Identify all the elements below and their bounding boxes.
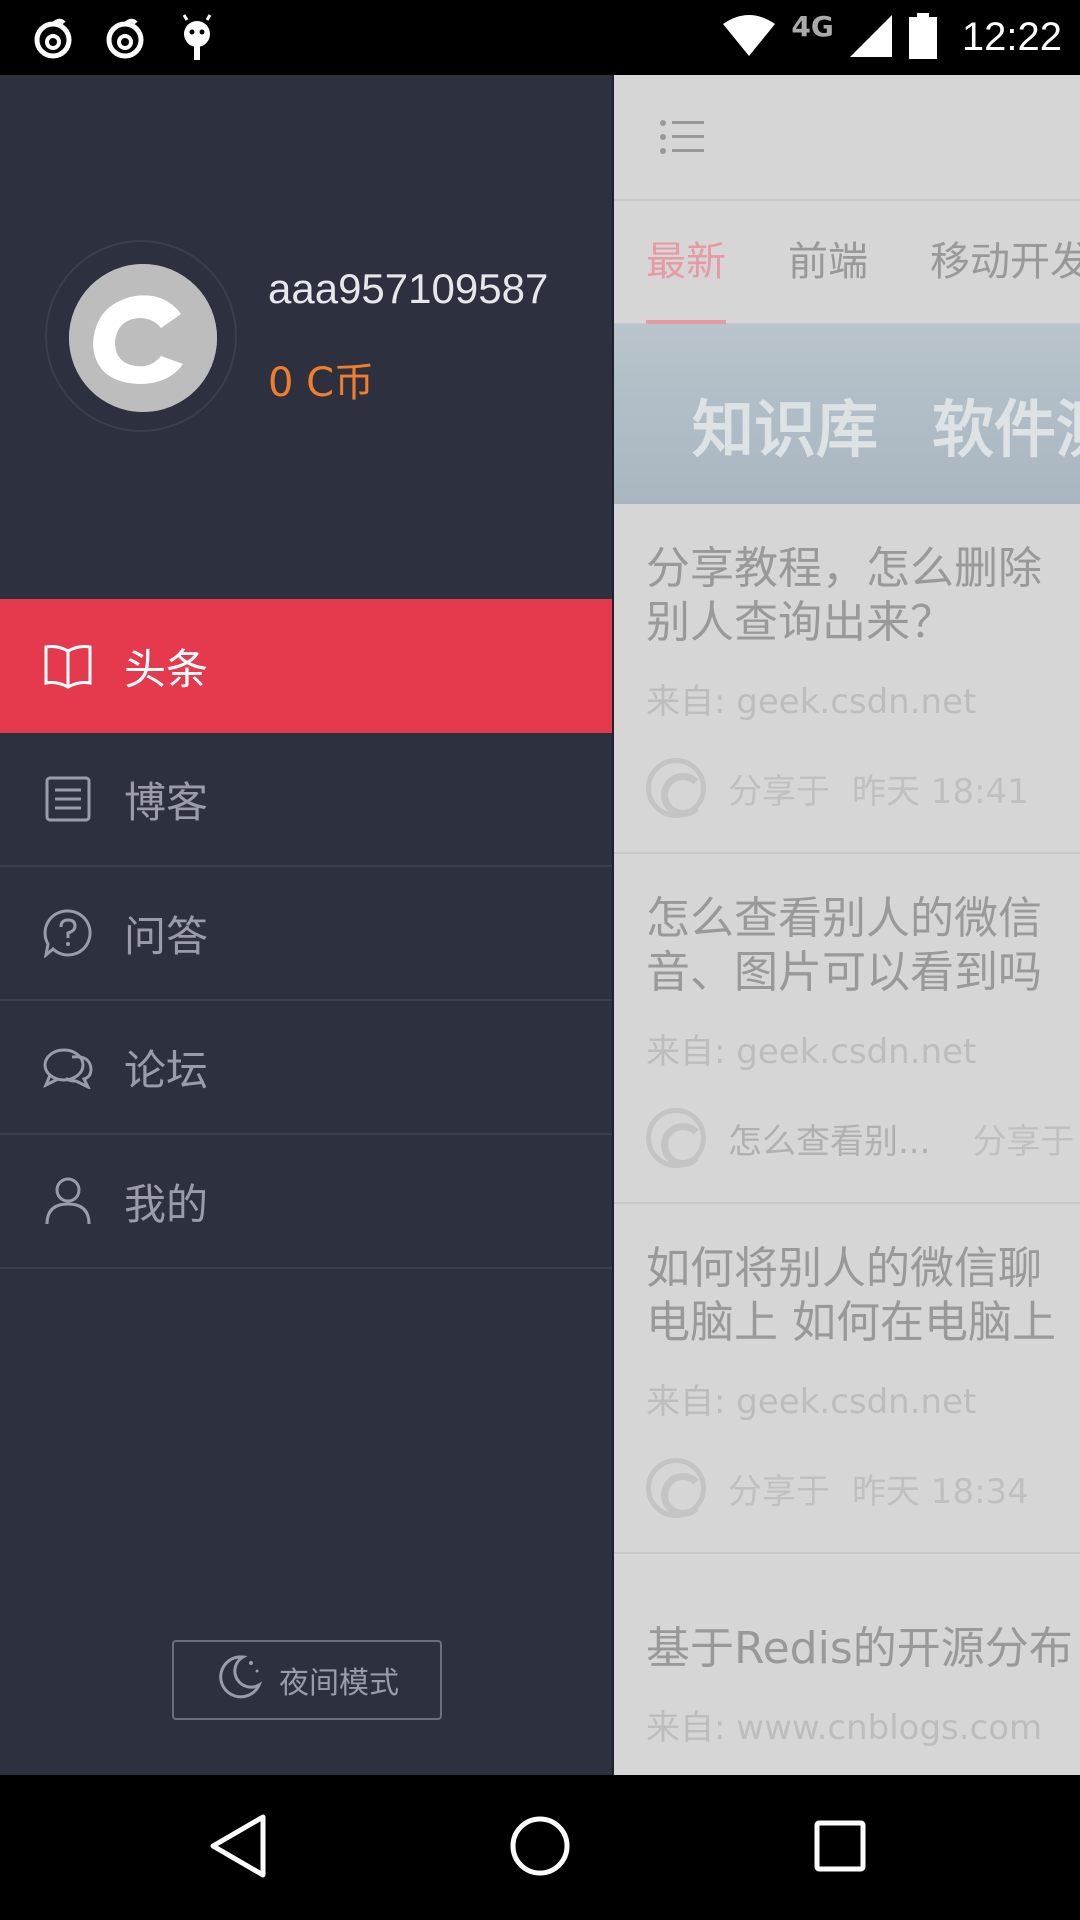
article-title: 基于Redis的开源分布 xyxy=(646,1623,1073,1674)
article-item[interactable]: 怎么查看别人的微信 音、图片可以看到吗 来自: geek.csdn.net 怎么… xyxy=(614,854,1080,1204)
article-source: geek.csdn.net xyxy=(736,1032,977,1072)
night-mode-button[interactable]: 夜间模式 xyxy=(172,1640,442,1720)
back-icon[interactable] xyxy=(205,1811,275,1881)
network-type: 4G xyxy=(791,10,834,43)
tab-latest[interactable]: 最新 xyxy=(646,201,726,324)
article-source: geek.csdn.net xyxy=(736,1382,977,1422)
list-menu-icon[interactable] xyxy=(660,119,704,159)
menu-item-qa[interactable]: 问答 xyxy=(0,867,612,1001)
main-content: 最新 前端 移动开发 知识库 软件测 分享教程，怎么删除 别人查询出来？ 来自:… xyxy=(614,75,1080,1775)
menu-item-label: 博客 xyxy=(124,777,209,827)
article-time: 昨天 18:34 xyxy=(852,1471,1029,1512)
question-icon xyxy=(42,907,94,959)
article-source: www.cnblogs.com xyxy=(736,1708,1043,1748)
clock: 12:22 xyxy=(961,15,1062,59)
article-time: 昨天 18:41 xyxy=(852,771,1029,812)
system-nav-bar xyxy=(0,1775,1080,1920)
article-title: 别人查询出来？ xyxy=(646,597,954,648)
source-prefix: 来自: xyxy=(646,1708,726,1748)
tab-mobile-dev[interactable]: 移动开发 xyxy=(930,201,1080,324)
article-title: 如何将别人的微信聊 xyxy=(646,1243,1042,1294)
banner-text: 知识库 xyxy=(692,393,879,466)
article-title: 怎么查看别人的微信 xyxy=(646,893,1042,944)
article-item[interactable]: 如何将别人的微信聊 电脑上 如何在电脑上 来自: geek.csdn.net 分… xyxy=(614,1204,1080,1554)
top-toolbar xyxy=(614,75,1080,201)
moon-icon xyxy=(215,1651,265,1709)
night-mode-label: 夜间模式 xyxy=(279,1666,399,1701)
article-title: 音、图片可以看到吗 xyxy=(646,947,1042,998)
netease-music-icon xyxy=(104,14,146,62)
navigation-drawer: aaa957109587 0 C币 头条 博客 问答 论坛 我的 夜间模式 xyxy=(0,75,614,1775)
status-bar: 4G 12:22 xyxy=(0,0,1080,75)
home-icon[interactable] xyxy=(505,1811,575,1881)
article-author: 怎么查看别... xyxy=(728,1121,931,1162)
username: aaa957109587 xyxy=(268,265,549,312)
article-item[interactable]: 分享教程，怎么删除 别人查询出来？ 来自: geek.csdn.net 分享于 … xyxy=(614,504,1080,854)
article-item[interactable]: 基于Redis的开源分布 来自: www.cnblogs.com xyxy=(614,1554,1080,1775)
article-title: 电脑上 如何在电脑上 xyxy=(646,1297,1056,1348)
share-label: 分享于 xyxy=(728,771,830,812)
menu-item-mine[interactable]: 我的 xyxy=(0,1135,612,1269)
share-label: 分享于 xyxy=(972,1121,1075,1162)
avatar[interactable] xyxy=(69,264,217,412)
source-prefix: 来自: xyxy=(646,1032,726,1072)
banner[interactable]: 知识库 软件测 xyxy=(614,324,1080,504)
author-avatar xyxy=(646,758,706,818)
menu-item-label: 我的 xyxy=(124,1179,209,1229)
source-prefix: 来自: xyxy=(646,682,726,722)
book-icon xyxy=(42,640,94,692)
cell-signal-icon xyxy=(848,13,894,63)
chat-bubbles-icon xyxy=(42,1041,94,1093)
menu-item-label: 问答 xyxy=(124,911,209,961)
article-title: 分享教程，怎么删除 xyxy=(646,543,1042,594)
author-avatar xyxy=(646,1108,706,1168)
share-label: 分享于 xyxy=(728,1471,830,1512)
article-source: geek.csdn.net xyxy=(736,682,977,722)
author-avatar xyxy=(646,1458,706,1518)
coin-balance: 0 C币 xyxy=(268,360,375,406)
menu-item-headlines[interactable]: 头条 xyxy=(0,599,612,733)
document-icon xyxy=(42,773,94,825)
menu-item-forum[interactable]: 论坛 xyxy=(0,1001,612,1135)
drawer-menu: 头条 博客 问答 论坛 我的 xyxy=(0,599,612,1269)
tab-frontend[interactable]: 前端 xyxy=(788,201,868,324)
menu-item-label: 头条 xyxy=(124,644,209,694)
person-icon xyxy=(42,1175,94,1227)
android-debug-icon xyxy=(176,14,218,62)
category-tabs: 最新 前端 移动开发 xyxy=(614,201,1080,324)
user-profile[interactable]: aaa957109587 0 C币 xyxy=(0,75,614,599)
avatar-ring xyxy=(45,240,237,432)
menu-item-label: 论坛 xyxy=(124,1045,209,1095)
netease-music-icon xyxy=(32,14,74,62)
recents-icon[interactable] xyxy=(805,1811,875,1881)
menu-item-blog[interactable]: 博客 xyxy=(0,733,612,867)
source-prefix: 来自: xyxy=(646,1382,726,1422)
wifi-icon xyxy=(721,14,777,62)
banner-text: 软件测 xyxy=(932,393,1080,466)
battery-icon xyxy=(908,12,938,63)
